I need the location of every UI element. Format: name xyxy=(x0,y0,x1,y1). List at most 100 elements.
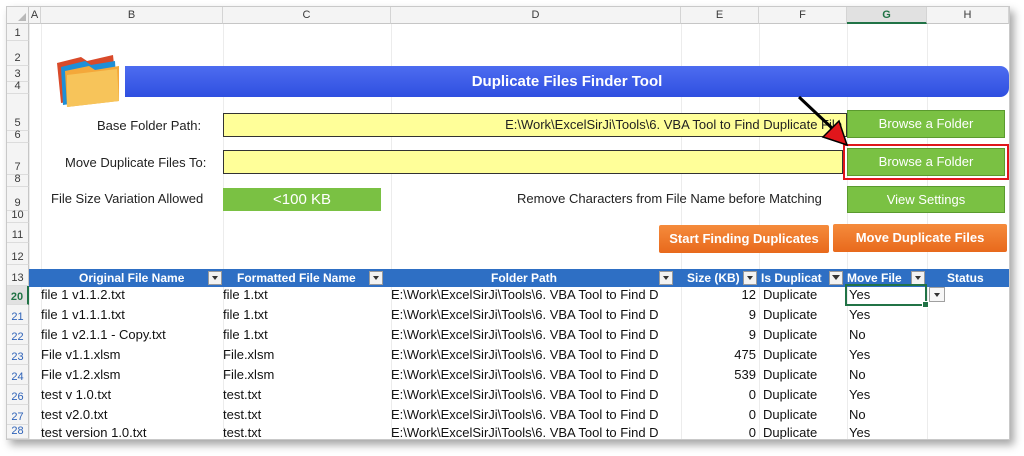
row-header[interactable]: 1 xyxy=(7,24,29,41)
cell-folder-path[interactable]: E:\Work\ExcelSirJi\Tools\6. VBA Tool to … xyxy=(391,423,681,439)
cell-original-name[interactable]: file 1 v2.1.1 - Copy.txt xyxy=(41,325,223,345)
cell-status[interactable] xyxy=(927,365,1009,385)
row-header[interactable]: 2 xyxy=(7,41,29,66)
cell-move-file[interactable]: No xyxy=(849,365,927,385)
cell-is-duplicate[interactable]: Duplicate xyxy=(763,365,847,385)
cell-size[interactable]: 0 xyxy=(681,423,759,439)
cell-formatted-name[interactable]: file 1.txt xyxy=(223,325,391,345)
cell-formatted-name[interactable]: File.xlsm xyxy=(223,365,391,385)
cell-size[interactable]: 0 xyxy=(681,385,759,405)
cell-size[interactable]: 0 xyxy=(681,405,759,425)
filter-dropdown-icon[interactable] xyxy=(743,271,757,285)
row-header[interactable]: 6 xyxy=(7,129,29,143)
move-to-input[interactable] xyxy=(223,150,843,174)
cell-formatted-name[interactable]: test.txt xyxy=(223,423,391,439)
cell-status[interactable] xyxy=(927,385,1009,405)
cell-original-name[interactable]: file 1 v1.1.2.txt xyxy=(41,285,223,305)
move-duplicate-files-button[interactable]: Move Duplicate Files xyxy=(833,224,1007,252)
browse-base-folder-button[interactable]: Browse a Folder xyxy=(847,110,1005,138)
cell-folder-path[interactable]: E:\Work\ExcelSirJi\Tools\6. VBA Tool to … xyxy=(391,325,681,345)
cell-is-duplicate[interactable]: Duplicate xyxy=(763,345,847,365)
cell-original-name[interactable]: test version 1.0.txt xyxy=(41,423,223,439)
row-header[interactable]: 27 xyxy=(7,405,29,425)
cell-formatted-name[interactable]: file 1.txt xyxy=(223,285,391,305)
filter-dropdown-icon[interactable] xyxy=(911,271,925,285)
cell-size[interactable]: 9 xyxy=(681,325,759,345)
cell-status[interactable] xyxy=(927,305,1009,325)
col-header-d[interactable]: D xyxy=(391,7,681,24)
start-finding-duplicates-button[interactable]: Start Finding Duplicates xyxy=(659,225,829,253)
cell-folder-path[interactable]: E:\Work\ExcelSirJi\Tools\6. VBA Tool to … xyxy=(391,405,681,425)
select-all-corner[interactable] xyxy=(7,7,29,24)
cell-is-duplicate[interactable]: Duplicate xyxy=(763,385,847,405)
row-header[interactable]: 7 xyxy=(7,143,29,175)
cell-move-file[interactable]: Yes xyxy=(849,345,927,365)
cell-original-name[interactable]: file 1 v1.1.1.txt xyxy=(41,305,223,325)
col-header-e[interactable]: E xyxy=(681,7,759,24)
cell-status[interactable] xyxy=(927,325,1009,345)
col-header-g[interactable]: G xyxy=(847,7,927,24)
cell-dropdown-icon[interactable] xyxy=(929,287,945,302)
cell-original-name[interactable]: File v1.1.xlsm xyxy=(41,345,223,365)
cell-size[interactable]: 9 xyxy=(681,305,759,325)
cell-folder-path[interactable]: E:\Work\ExcelSirJi\Tools\6. VBA Tool to … xyxy=(391,385,681,405)
cell-is-duplicate[interactable]: Duplicate xyxy=(763,423,847,439)
row-header[interactable]: 21 xyxy=(7,305,29,325)
row-header[interactable]: 20 xyxy=(7,286,29,305)
cell-status[interactable] xyxy=(927,345,1009,365)
col-header-f[interactable]: F xyxy=(759,7,847,24)
cell-formatted-name[interactable]: test.txt xyxy=(223,385,391,405)
filter-dropdown-icon[interactable] xyxy=(659,271,673,285)
base-folder-input[interactable]: E:\Work\ExcelSirJi\Tools\6. VBA Tool to … xyxy=(223,113,847,137)
cell-formatted-name[interactable]: test.txt xyxy=(223,405,391,425)
row-header[interactable]: 9 xyxy=(7,187,29,211)
row-header[interactable]: 12 xyxy=(7,243,29,265)
col-header-a[interactable]: A xyxy=(29,7,41,24)
row-header[interactable]: 24 xyxy=(7,365,29,385)
row-header[interactable]: 4 xyxy=(7,80,29,94)
cell-folder-path[interactable]: E:\Work\ExcelSirJi\Tools\6. VBA Tool to … xyxy=(391,285,681,305)
row-header[interactable]: 13 xyxy=(7,265,29,286)
cell-is-duplicate[interactable]: Duplicate xyxy=(763,305,847,325)
cell-status[interactable] xyxy=(927,423,1009,439)
filter-active-icon[interactable] xyxy=(829,271,843,285)
cell-is-duplicate[interactable]: Duplicate xyxy=(763,325,847,345)
cell-original-name[interactable]: test v 1.0.txt xyxy=(41,385,223,405)
filter-dropdown-icon[interactable] xyxy=(369,271,383,285)
cell-size[interactable]: 475 xyxy=(681,345,759,365)
cell-folder-path[interactable]: E:\Work\ExcelSirJi\Tools\6. VBA Tool to … xyxy=(391,345,681,365)
row-header[interactable]: 28 xyxy=(7,425,29,439)
row-header[interactable]: 23 xyxy=(7,345,29,365)
cell-is-duplicate[interactable]: Duplicate xyxy=(763,285,847,305)
cell-size[interactable]: 539 xyxy=(681,365,759,385)
browse-move-folder-button[interactable]: Browse a Folder xyxy=(847,148,1005,176)
cell-folder-path[interactable]: E:\Work\ExcelSirJi\Tools\6. VBA Tool to … xyxy=(391,365,681,385)
row-header[interactable]: 26 xyxy=(7,385,29,405)
col-header-h[interactable]: H xyxy=(927,7,1009,24)
row-header[interactable]: 10 xyxy=(7,209,29,223)
row-header[interactable]: 5 xyxy=(7,94,29,131)
row-header[interactable]: 8 xyxy=(7,173,29,187)
cell-move-file[interactable]: Yes xyxy=(849,423,927,439)
cell-formatted-name[interactable]: File.xlsm xyxy=(223,345,391,365)
cell-move-file[interactable]: No xyxy=(849,405,927,425)
col-header-b[interactable]: B xyxy=(41,7,223,24)
cell-original-name[interactable]: File v1.2.xlsm xyxy=(41,365,223,385)
cell-move-file[interactable]: No xyxy=(849,325,927,345)
filter-dropdown-icon[interactable] xyxy=(208,271,222,285)
folders-icon xyxy=(51,49,125,109)
active-cell-selection[interactable] xyxy=(845,284,929,308)
row-header[interactable]: 22 xyxy=(7,325,29,345)
col-header-c[interactable]: C xyxy=(223,7,391,24)
cell-original-name[interactable]: test v2.0.txt xyxy=(41,405,223,425)
cell-size[interactable]: 12 xyxy=(681,285,759,305)
cell-status[interactable] xyxy=(927,405,1009,425)
cell-is-duplicate[interactable]: Duplicate xyxy=(763,405,847,425)
cell-folder-path[interactable]: E:\Work\ExcelSirJi\Tools\6. VBA Tool to … xyxy=(391,305,681,325)
view-settings-button[interactable]: View Settings xyxy=(847,186,1005,213)
cell-move-file[interactable]: Yes xyxy=(849,385,927,405)
size-variation-value[interactable]: <100 KB xyxy=(223,188,381,211)
cell-move-file[interactable]: Yes xyxy=(849,305,927,325)
cell-formatted-name[interactable]: file 1.txt xyxy=(223,305,391,325)
row-header[interactable]: 11 xyxy=(7,223,29,243)
